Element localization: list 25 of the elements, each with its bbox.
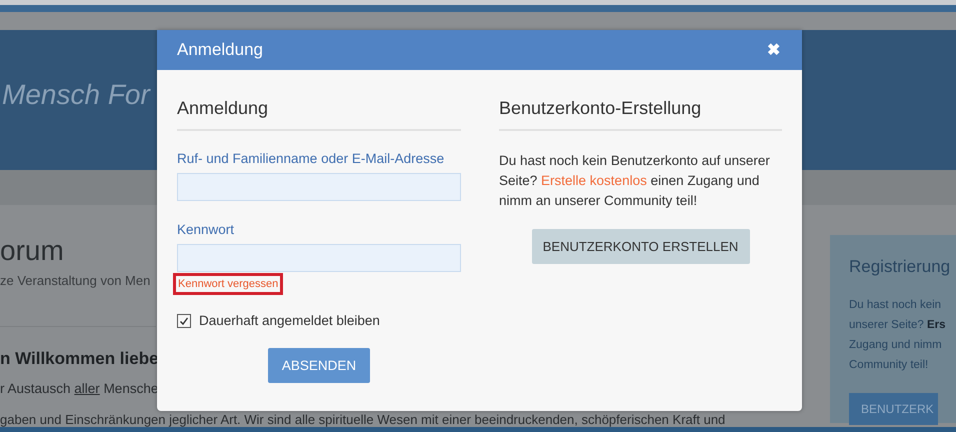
input-field[interactable] <box>177 244 461 272</box>
checkbox[interactable] <box>177 314 191 328</box>
aller-link[interactable]: aller <box>74 381 100 396</box>
panel-text: Du hast noch kein unserer Seite? Ers Zugang und nimm Community teil! <box>849 298 947 373</box>
submit-button[interactable]: ABSENDEN <box>268 348 370 383</box>
intro-text: r Austausch aller Mensche <box>0 381 156 396</box>
site-logo-text: Mensch For <box>2 79 150 111</box>
field-label: Kennwort <box>177 222 236 237</box>
register-button[interactable]: BENUTZERK <box>849 393 938 425</box>
register-heading: Benutzerkonto-Erstellung <box>499 98 782 131</box>
dialog-title: Anmeldung <box>177 40 264 60</box>
page-title: orum <box>0 235 65 267</box>
register-text: Du hast noch kein Benutzerkonto auf unserer Seite? Erstelle kostenlos einen Zugang und nimm an unserer Community teil! <box>499 152 771 210</box>
panel-title: Registrierung <box>849 257 952 277</box>
close-button[interactable]: ✖ <box>765 40 782 60</box>
welcome-heading: n Willkommen liebe <box>0 349 156 369</box>
create-free-link[interactable]: Erstelle kostenlos <box>541 173 647 188</box>
field-label: Ruf- und Familienname oder E-Mail-Adresse <box>177 151 446 166</box>
page-subtitle: ze Veranstaltung von Men <box>0 273 152 288</box>
create-account-button[interactable]: BENUTZERKONTO ERSTELLEN <box>532 229 750 264</box>
checkbox-label: Dauerhaft angemeldet bleiben <box>199 313 380 328</box>
body-text: gaben und Einschränkungen jeglicher Art. Wir sind alle spirituelle Wesen mit einer beeindruckenden, schöpferischen Kraft und <box>0 413 726 427</box>
input-field[interactable] <box>177 173 461 201</box>
login-heading: Anmeldung <box>177 98 461 131</box>
forgot-password-link[interactable]: Kennwort vergessen <box>173 273 284 295</box>
